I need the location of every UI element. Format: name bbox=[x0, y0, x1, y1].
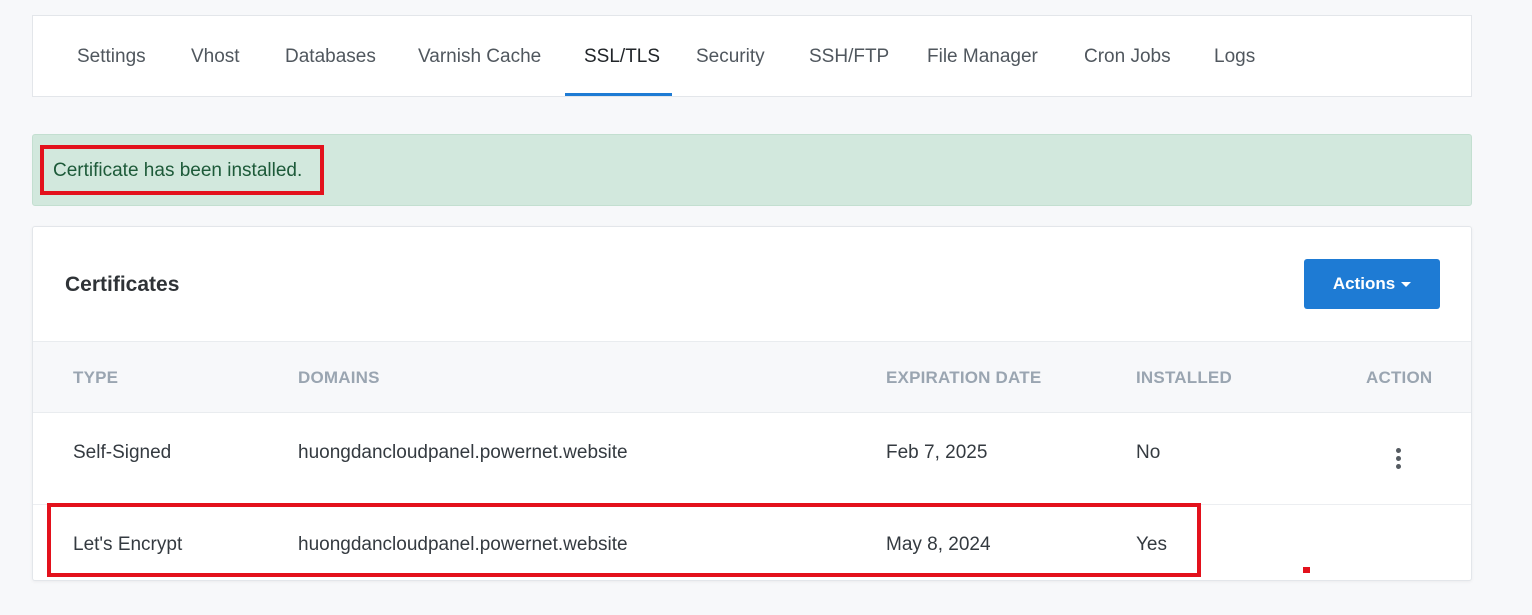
tab-file-manager[interactable]: File Manager bbox=[927, 16, 1038, 97]
card-title: Certificates bbox=[65, 273, 180, 296]
cell-domains: huongdancloudpanel.powernet.website bbox=[298, 442, 628, 463]
tab-databases[interactable]: Databases bbox=[285, 16, 376, 97]
table-row: Self-Signed huongdancloudpanel.powernet.… bbox=[33, 413, 1471, 505]
cell-type: Self-Signed bbox=[73, 442, 172, 463]
cell-expiration-date: Feb 7, 2025 bbox=[886, 442, 988, 463]
tab-settings[interactable]: Settings bbox=[77, 16, 146, 97]
active-tab-indicator bbox=[565, 93, 672, 96]
column-header-domains: DOMAINS bbox=[298, 368, 380, 387]
table-header: TYPE DOMAINS EXPIRATION DATE INSTALLED A… bbox=[33, 341, 1471, 413]
caret-down-icon bbox=[1401, 281, 1412, 287]
column-header-expiration-date: EXPIRATION DATE bbox=[886, 368, 1042, 387]
column-header-type: TYPE bbox=[73, 368, 119, 387]
tab-logs[interactable]: Logs bbox=[1214, 16, 1255, 97]
cell-installed: No bbox=[1136, 442, 1161, 463]
actions-button-label: Actions bbox=[1332, 274, 1396, 293]
kebab-menu-icon[interactable] bbox=[1388, 445, 1408, 477]
tab-ssl-tls[interactable]: SSL/TLS bbox=[584, 16, 660, 97]
column-header-action: ACTION bbox=[1366, 368, 1433, 387]
annotation-box-row bbox=[47, 503, 1201, 577]
tab-bar: Settings Vhost Databases Varnish Cache S… bbox=[32, 15, 1472, 97]
tab-varnish-cache[interactable]: Varnish Cache bbox=[418, 16, 541, 97]
tab-cron-jobs[interactable]: Cron Jobs bbox=[1084, 16, 1171, 97]
annotation-mark bbox=[1303, 567, 1310, 573]
actions-dropdown-button[interactable]: Actions bbox=[1304, 259, 1440, 309]
column-header-installed: INSTALLED bbox=[1136, 368, 1232, 387]
tab-ssh-ftp[interactable]: SSH/FTP bbox=[809, 16, 889, 97]
tab-vhost[interactable]: Vhost bbox=[191, 16, 240, 97]
annotation-box-alert bbox=[40, 145, 324, 195]
tab-security[interactable]: Security bbox=[696, 16, 765, 97]
